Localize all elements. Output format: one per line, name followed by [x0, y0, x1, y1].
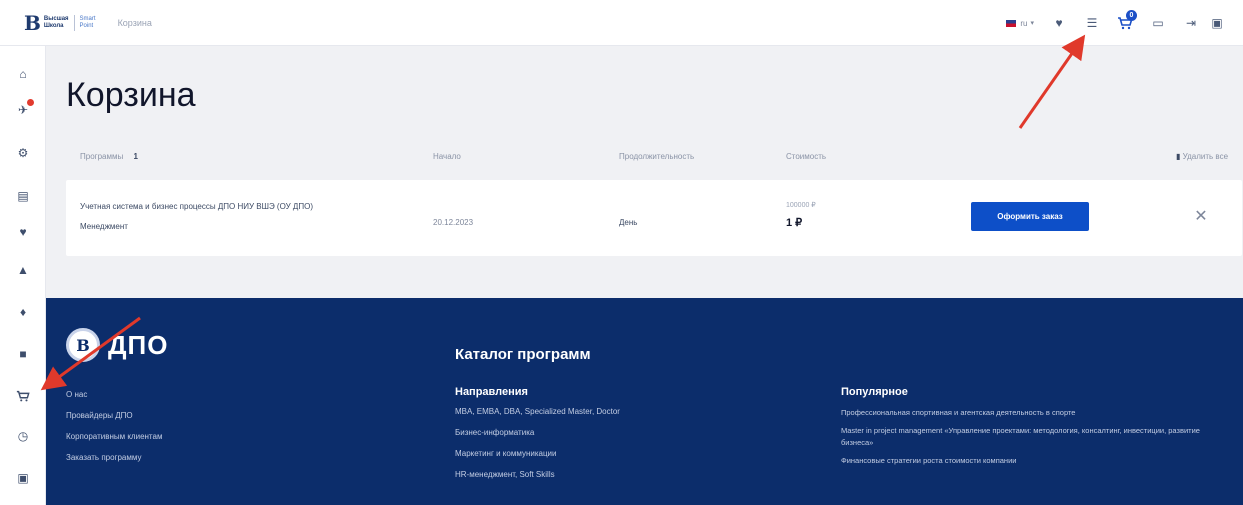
direction-item[interactable]: MBA, EMBA, DBA, Specialized Master, Doct…	[455, 407, 620, 416]
footer-link-about[interactable]: О нас	[66, 390, 162, 399]
logo-sub1: Smart	[79, 15, 96, 22]
favorites-heart-icon[interactable]: ♥	[1047, 11, 1071, 35]
page: B Высшая Школа Smart Point Корзина ru ▾ …	[0, 0, 1243, 505]
sidebar-cart-icon[interactable]	[11, 384, 35, 408]
sidebar: ⌂ ✈ ⚙ ▤ ♥ ▲ ♦ ■ ◷ ▣	[0, 46, 46, 505]
place-order-button[interactable]: Оформить заказ	[971, 202, 1089, 231]
footer-brand: ДПО	[108, 329, 169, 360]
list-icon[interactable]: ☰	[1080, 11, 1104, 35]
popular-item[interactable]: Master in project management «Управление…	[841, 425, 1201, 449]
seal-icon: В	[66, 328, 100, 362]
header-programs: Программы 1	[80, 152, 138, 161]
header-duration: Продолжительность	[619, 152, 695, 161]
page-title: Корзина	[66, 76, 196, 114]
directions-title: Направления	[455, 386, 528, 398]
program-duration: День	[619, 218, 638, 227]
footer: В ДПО О нас Провайдеры ДПО Корпоративным…	[46, 298, 1243, 505]
sidebar-cart-glyph-icon	[16, 390, 30, 402]
sidebar-id-card-icon[interactable]: ▣	[11, 466, 35, 490]
flag-icon	[1006, 19, 1017, 27]
footer-logo[interactable]: В ДПО	[66, 328, 168, 362]
direction-item[interactable]: HR-менеджмент, Soft Skills	[455, 470, 620, 479]
program-category: Менеджмент	[80, 222, 128, 231]
popular-item[interactable]: Финансовые стратегии роста стоимости ком…	[841, 455, 1201, 467]
chevron-down-icon: ▾	[1030, 20, 1034, 27]
cart-badge: 0	[1126, 10, 1137, 21]
logo-sub: Smart Point	[80, 16, 96, 30]
sidebar-clock-icon[interactable]: ◷	[11, 424, 35, 448]
sidebar-folder-icon[interactable]: ■	[11, 342, 35, 366]
sidebar-calendar-icon[interactable]: ▤	[11, 184, 35, 208]
language-selector[interactable]: ru ▾	[1002, 11, 1038, 35]
logo-sub2: Point	[79, 22, 94, 29]
footer-link-corporate[interactable]: Корпоративным клиентам	[66, 432, 162, 441]
footer-link-order-program[interactable]: Заказать программу	[66, 453, 162, 462]
cart-icon[interactable]: 0	[1113, 10, 1137, 35]
logo-mark: B	[24, 10, 41, 35]
footer-link-providers[interactable]: Провайдеры ДПО	[66, 411, 162, 420]
popular-title: Популярное	[841, 386, 908, 398]
sidebar-like-icon[interactable]: ▲	[11, 258, 35, 282]
directions-column: Направления MBA, EMBA, DBA, Specialized …	[455, 386, 620, 491]
cart-table-header: Программы 1 Начало Продолжительность Сто…	[66, 146, 1236, 166]
old-price: 100000 ₽	[786, 202, 816, 209]
sidebar-home-icon[interactable]: ⌂	[11, 62, 35, 86]
chat-icon[interactable]: ▭	[1146, 11, 1170, 35]
popular-item[interactable]: Профессиональная спортивная и агентская …	[841, 407, 1201, 419]
logo-text: Высшая Школа	[44, 16, 69, 30]
program-name[interactable]: Учетная система и бизнес процессы ДПО НИ…	[80, 202, 313, 211]
sidebar-settings-icon[interactable]: ⚙	[11, 141, 35, 165]
clear-all-button[interactable]: ▮ Удалить все	[1176, 152, 1228, 161]
profile-icon[interactable]: ▣	[1205, 11, 1229, 35]
top-bar: B Высшая Школа Smart Point Корзина ru ▾ …	[0, 0, 1243, 46]
program-date: 20.12.2023	[433, 218, 474, 227]
header-start: Начало	[433, 152, 461, 161]
remove-item-close-icon[interactable]: ✕	[1191, 206, 1211, 226]
trash-icon: ▮	[1176, 152, 1181, 161]
sidebar-gift-icon[interactable]: ♦	[11, 300, 35, 324]
language-label: ru	[1020, 18, 1028, 28]
notification-dot	[27, 99, 34, 106]
cart-item-row: Учетная система и бизнес процессы ДПО НИ…	[66, 180, 1242, 256]
main-content: Корзина Программы 1 Начало Продолжительн…	[46, 46, 1243, 298]
exit-icon[interactable]: ⇥	[1179, 11, 1203, 35]
logo-line1: Высшая	[43, 15, 69, 22]
footer-links: О нас Провайдеры ДПО Корпоративным клиен…	[66, 390, 162, 474]
clear-all-label: Удалить все	[1182, 152, 1229, 161]
top-actions: ru ▾ ♥ ☰ 0 ▭ ⇥ ▣	[993, 0, 1229, 46]
header-programs-label: Программы	[80, 152, 124, 161]
logo-line2: Школа	[43, 22, 64, 29]
direction-item[interactable]: Маркетинг и коммуникации	[455, 449, 620, 458]
current-price: 1 ₽	[786, 217, 803, 229]
popular-column: Популярное Профессиональная спортивная и…	[841, 386, 1201, 473]
header-price: Стоимость	[786, 152, 827, 161]
sidebar-heart-icon[interactable]: ♥	[11, 220, 35, 244]
sidebar-rocket-icon[interactable]: ✈	[11, 98, 35, 122]
direction-item[interactable]: Бизнес-информатика	[455, 428, 620, 437]
catalog-title[interactable]: Каталог программ	[455, 346, 591, 363]
logo[interactable]: B Высшая Школа Smart Point	[24, 0, 96, 46]
logo-divider	[73, 14, 75, 31]
header-programs-count: 1	[133, 152, 138, 161]
breadcrumb[interactable]: Корзина	[118, 18, 152, 28]
